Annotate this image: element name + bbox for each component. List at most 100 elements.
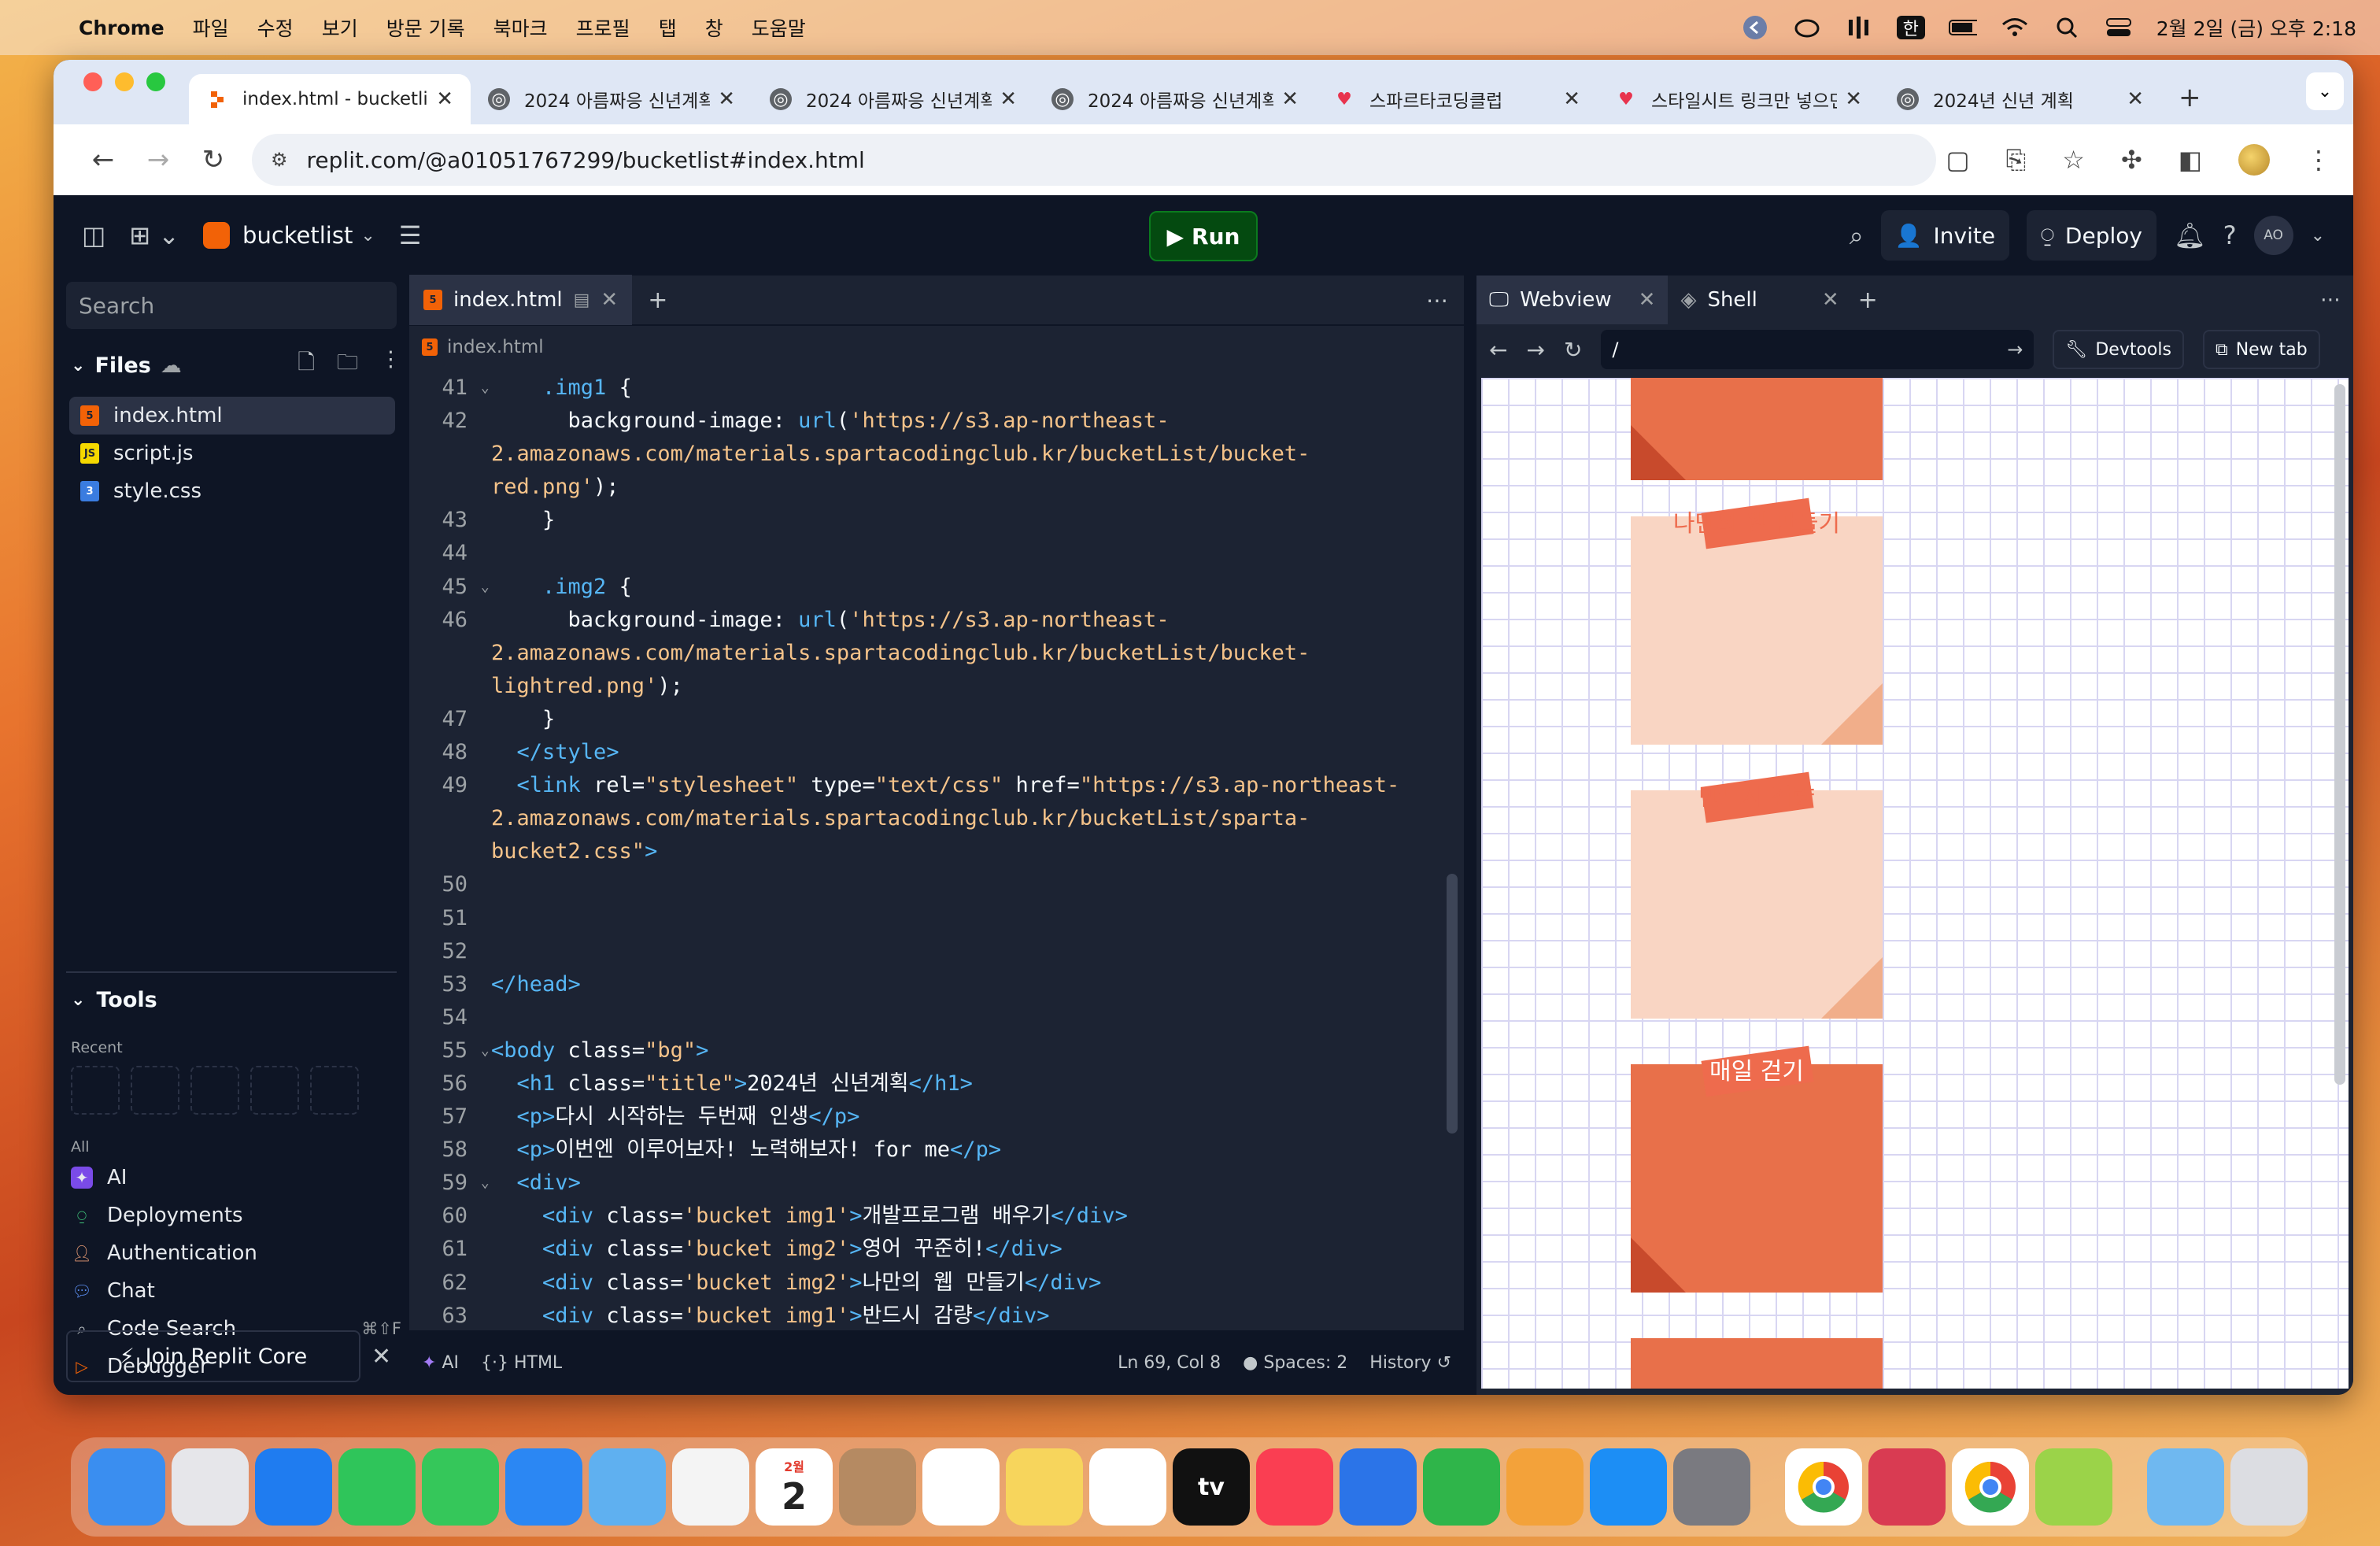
bookmark-star-icon[interactable]: ☆ (2062, 145, 2085, 175)
browser-tab[interactable]: ◎ 2024 아름짜응 신년계획 ✕ (752, 74, 1034, 124)
code-line[interactable]: 47 } (409, 703, 1447, 736)
dock-app-pages-icon[interactable] (1506, 1448, 1584, 1526)
help-icon[interactable]: ? (2223, 220, 2237, 250)
reload-icon[interactable]: ↻ (186, 144, 241, 176)
wifi-icon[interactable] (2001, 16, 2029, 39)
language-status[interactable]: {·} HTML (481, 1353, 562, 1373)
dock-app-android-file-transfer-icon[interactable] (2035, 1448, 2112, 1526)
new-tab-button[interactable]: ⧉ New tab (2202, 330, 2320, 369)
dock-app-app-store-icon[interactable] (1590, 1448, 1667, 1526)
close-tab-icon[interactable]: ✕ (1281, 87, 1299, 111)
fold-chevron-icon[interactable]: ⌄ (472, 1167, 491, 1200)
code-line[interactable]: 43 } (409, 504, 1447, 537)
tool-chat[interactable]: 💬︎ Chat (71, 1272, 401, 1310)
close-tab-icon[interactable]: ✕ (1639, 288, 1656, 312)
close-tab-icon[interactable]: ✕ (718, 87, 735, 111)
code-line[interactable]: 57 <p>다시 시작하는 두번째 인생</p> (409, 1100, 1447, 1134)
fold-chevron-icon[interactable]: ⌄ (472, 571, 491, 604)
code-line[interactable]: 56 <h1 class="title">2024년 신년계획</h1> (409, 1067, 1447, 1100)
audio-bars-icon[interactable] (1845, 16, 1873, 39)
tool-ai[interactable]: ✦ AI (71, 1159, 401, 1196)
profile-avatar[interactable] (2238, 144, 2270, 176)
file-item-script-js[interactable]: JS script.js (69, 435, 395, 472)
deploy-button[interactable]: ⍜ Deploy (2027, 210, 2156, 261)
zoom-window-button[interactable] (146, 72, 165, 91)
devtools-button[interactable]: 🔧︎ Devtools (2053, 330, 2184, 369)
code-line[interactable]: 54 (409, 1001, 1447, 1034)
search-icon[interactable]: ⌕ (1850, 220, 1864, 251)
tab-shell[interactable]: ◈ Shell ✕ (1668, 276, 1851, 324)
close-tab-icon[interactable]: ✕ (436, 87, 453, 111)
close-tab-icon[interactable]: ✕ (1000, 87, 1017, 111)
dock-app-numbers-icon[interactable] (1423, 1448, 1500, 1526)
dock-app-finder-icon[interactable] (88, 1448, 165, 1526)
chevron-down-icon[interactable]: ⌄ (2311, 226, 2325, 246)
spotlight-icon[interactable] (2053, 16, 2081, 39)
code-line[interactable]: 45 ⌄ .img2 { (409, 571, 1447, 604)
run-button[interactable]: ▶ Run (1149, 211, 1258, 261)
file-item-index-html[interactable]: 5 index.html (69, 397, 395, 435)
tool-authentication[interactable]: 👤︎ Authentication (71, 1234, 401, 1272)
side-panel-icon[interactable]: ◧ (2179, 145, 2202, 175)
menu-file[interactable]: 파일 (193, 13, 229, 42)
battery-icon[interactable] (1948, 16, 1977, 39)
fold-chevron-icon[interactable]: ⌄ (472, 372, 491, 405)
menu-tab[interactable]: 탭 (659, 13, 677, 42)
dock-app-notes-icon[interactable] (1006, 1448, 1083, 1526)
code-line[interactable]: 48 </style> (409, 736, 1447, 769)
creative-cloud-icon[interactable] (1793, 16, 1821, 39)
code-line[interactable]: 51 (409, 902, 1447, 935)
tab-webview[interactable]: 🖵︎ Webview ✕ (1476, 276, 1669, 324)
code-line[interactable]: 55 ⌄ <body class="bg"> (409, 1034, 1447, 1067)
new-pane-tab-button[interactable]: + (1858, 287, 1878, 314)
menu-help[interactable]: 도움말 (752, 13, 806, 42)
dock-app-creative-cloud-icon[interactable] (1868, 1448, 1946, 1526)
more-options-icon[interactable]: ⋯ (2320, 288, 2341, 312)
dock-app-chrome-icon[interactable] (1785, 1448, 1862, 1526)
dock-app-freeform-icon[interactable] (1089, 1448, 1166, 1526)
fold-chevron-icon[interactable]: ⌄ (472, 1034, 491, 1067)
menu-view[interactable]: 보기 (322, 13, 358, 42)
browser-tab[interactable]: ♥ 스파르타코딩클럽 ✕ (1316, 74, 1598, 124)
sidebar-search-input[interactable]: Search (66, 282, 397, 329)
new-editor-tab-button[interactable]: + (648, 287, 667, 314)
forward-arrow-icon[interactable]: → (131, 144, 186, 176)
code-line[interactable]: lightred.png'); (409, 670, 1447, 703)
dock-app-downloads-icon[interactable] (2147, 1448, 2224, 1526)
repl-details-icon[interactable]: ☰ (399, 220, 422, 250)
clipboard-icon[interactable]: ▢ (1946, 145, 1969, 175)
close-tab-icon[interactable]: ✕ (1845, 87, 1862, 111)
dock-app-tv-icon[interactable]: tv (1173, 1448, 1250, 1526)
code-line[interactable]: 2.amazonaws.com/materials.spartacodingcl… (409, 438, 1447, 471)
code-line[interactable]: 46 background-image: url('https://s3.ap-… (409, 604, 1447, 637)
menu-window[interactable]: 창 (705, 13, 723, 42)
close-icon[interactable]: ✕ (371, 1343, 391, 1370)
dock-app-contacts-icon[interactable] (839, 1448, 916, 1526)
close-window-button[interactable] (83, 72, 102, 91)
tool-deployments[interactable]: ⍜ Deployments (71, 1196, 401, 1234)
code-line[interactable]: 49 <link rel="stylesheet" type="text/css… (409, 769, 1447, 802)
bell-icon[interactable]: 🔔︎ (2174, 220, 2206, 250)
dock-app-reminders-icon[interactable] (922, 1448, 1000, 1526)
code-line[interactable]: 2.amazonaws.com/materials.spartacodingcl… (409, 637, 1447, 670)
chevron-down-icon[interactable]: ⌄ (360, 226, 375, 246)
repl-name[interactable]: bucketlist (242, 222, 353, 249)
dock-app-mail-icon[interactable] (505, 1448, 582, 1526)
invite-button[interactable]: 👤 Invite (1880, 210, 2010, 261)
files-header[interactable]: ⌄ Files ☁ 🗋︎ 🗀︎ ⋮ (71, 342, 401, 389)
code-line[interactable]: 60 <div class='bucket img1'>개발프로그램 배우기</… (409, 1200, 1447, 1233)
url-text[interactable]: replit.com/@a01051767299/bucketlist#inde… (307, 147, 865, 173)
menu-history[interactable]: 방문 기록 (386, 13, 465, 42)
dock-app-music-icon[interactable] (1256, 1448, 1333, 1526)
go-arrow-icon[interactable]: → (2007, 338, 2023, 361)
code-area[interactable]: 41 ⌄ .img1 {42 background-image: url('ht… (409, 372, 1447, 1330)
tab-search-chevron-icon[interactable]: ⌄ (2306, 72, 2344, 110)
dock-app-calendar-icon[interactable]: 2월 2 (756, 1448, 833, 1526)
indentation-status[interactable]: ● Spaces: 2 (1243, 1353, 1347, 1373)
back-arrow-icon[interactable]: ← (1489, 337, 1507, 363)
close-tab-icon[interactable]: ✕ (1563, 87, 1580, 111)
forward-arrow-icon[interactable]: → (1526, 337, 1544, 363)
menu-profiles[interactable]: 프로필 (576, 13, 630, 42)
ai-status[interactable]: ✦ AI (422, 1353, 459, 1373)
dock-app-trash-icon[interactable] (2230, 1448, 2308, 1526)
